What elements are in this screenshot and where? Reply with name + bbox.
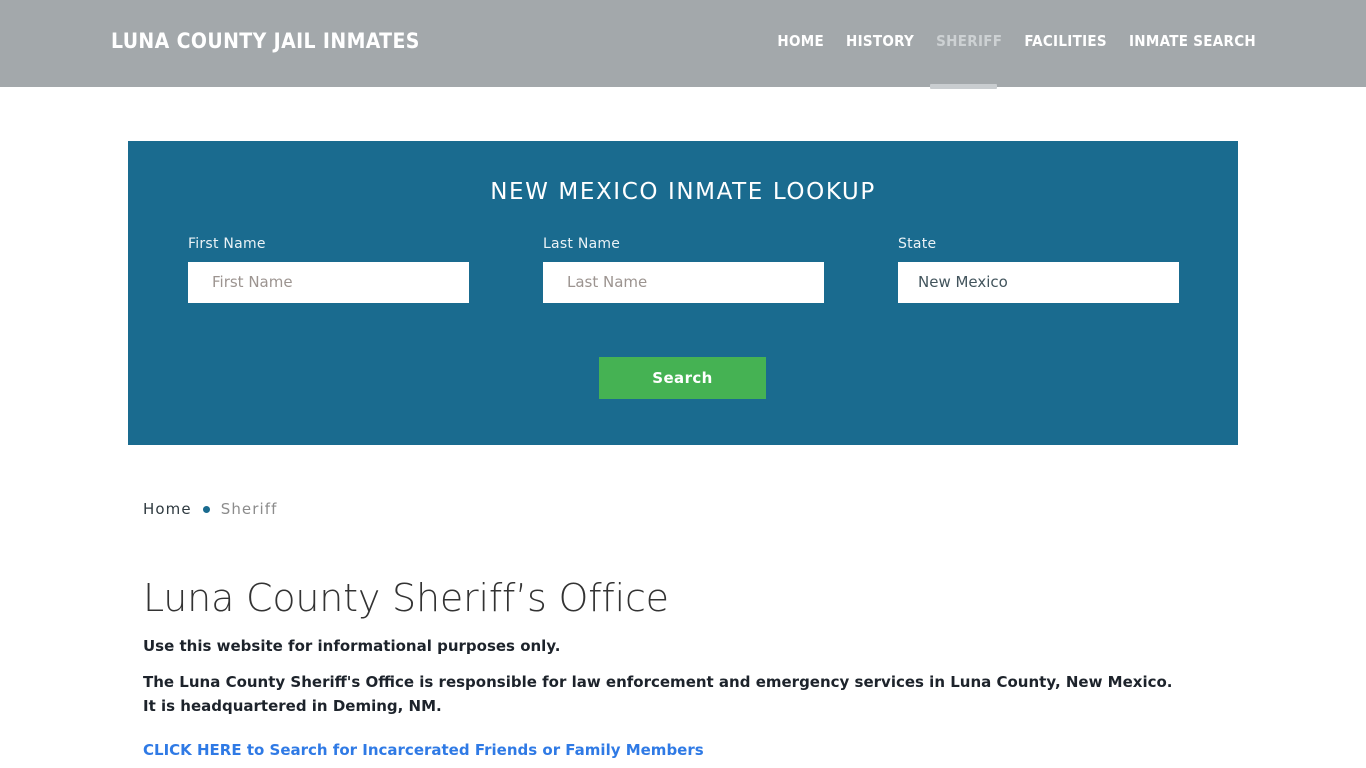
nav-active-indicator — [930, 84, 997, 89]
page-content: Home Sheriff Luna County Sheriff’s Offic… — [143, 498, 1223, 759]
nav-item-sheriff[interactable]: SHERIFF — [936, 33, 1002, 50]
state-field-group: State New Mexico — [898, 237, 1179, 303]
nav-item-facilities[interactable]: FACILITIES — [1024, 33, 1107, 50]
breadcrumb: Home Sheriff — [143, 498, 1223, 520]
last-name-input[interactable] — [543, 262, 824, 303]
search-button[interactable]: Search — [599, 357, 766, 399]
nav-item-home[interactable]: HOME — [777, 33, 824, 50]
breadcrumb-home-link[interactable]: Home — [143, 500, 192, 518]
last-name-label: Last Name — [543, 236, 621, 252]
breadcrumb-separator-dot-icon — [202, 505, 210, 513]
inmate-search-cta-link[interactable]: CLICK HERE to Search for Incarcerated Fr… — [143, 741, 704, 759]
inmate-lookup-panel: NEW MEXICO INMATE LOOKUP First Name Last… — [128, 141, 1238, 445]
breadcrumb-current-page: Sheriff — [220, 500, 278, 518]
first-name-label: First Name — [188, 236, 266, 252]
state-select[interactable]: New Mexico — [898, 262, 1179, 303]
main-navigation: HOME HISTORY SHERIFF FACILITIES INMATE S… — [777, 33, 1256, 50]
page-title: Luna County Sheriff’s Office — [143, 576, 669, 620]
lookup-panel-title: NEW MEXICO INMATE LOOKUP — [490, 179, 876, 205]
first-name-input[interactable] — [188, 262, 469, 303]
first-name-field-group: First Name — [188, 237, 469, 303]
page-body-paragraph: The Luna County Sheriff's Office is resp… — [143, 673, 1173, 716]
site-header: Luna County Jail Inmates HOME HISTORY SH… — [0, 0, 1366, 89]
nav-item-history[interactable]: HISTORY — [846, 33, 914, 50]
state-label: State — [898, 236, 937, 252]
page-lede-text: Use this website for informational purpo… — [143, 637, 561, 655]
site-brand-link[interactable]: Luna County Jail Inmates — [111, 31, 420, 52]
nav-item-inmate-search[interactable]: INMATE SEARCH — [1129, 33, 1256, 50]
last-name-field-group: Last Name — [543, 237, 824, 303]
